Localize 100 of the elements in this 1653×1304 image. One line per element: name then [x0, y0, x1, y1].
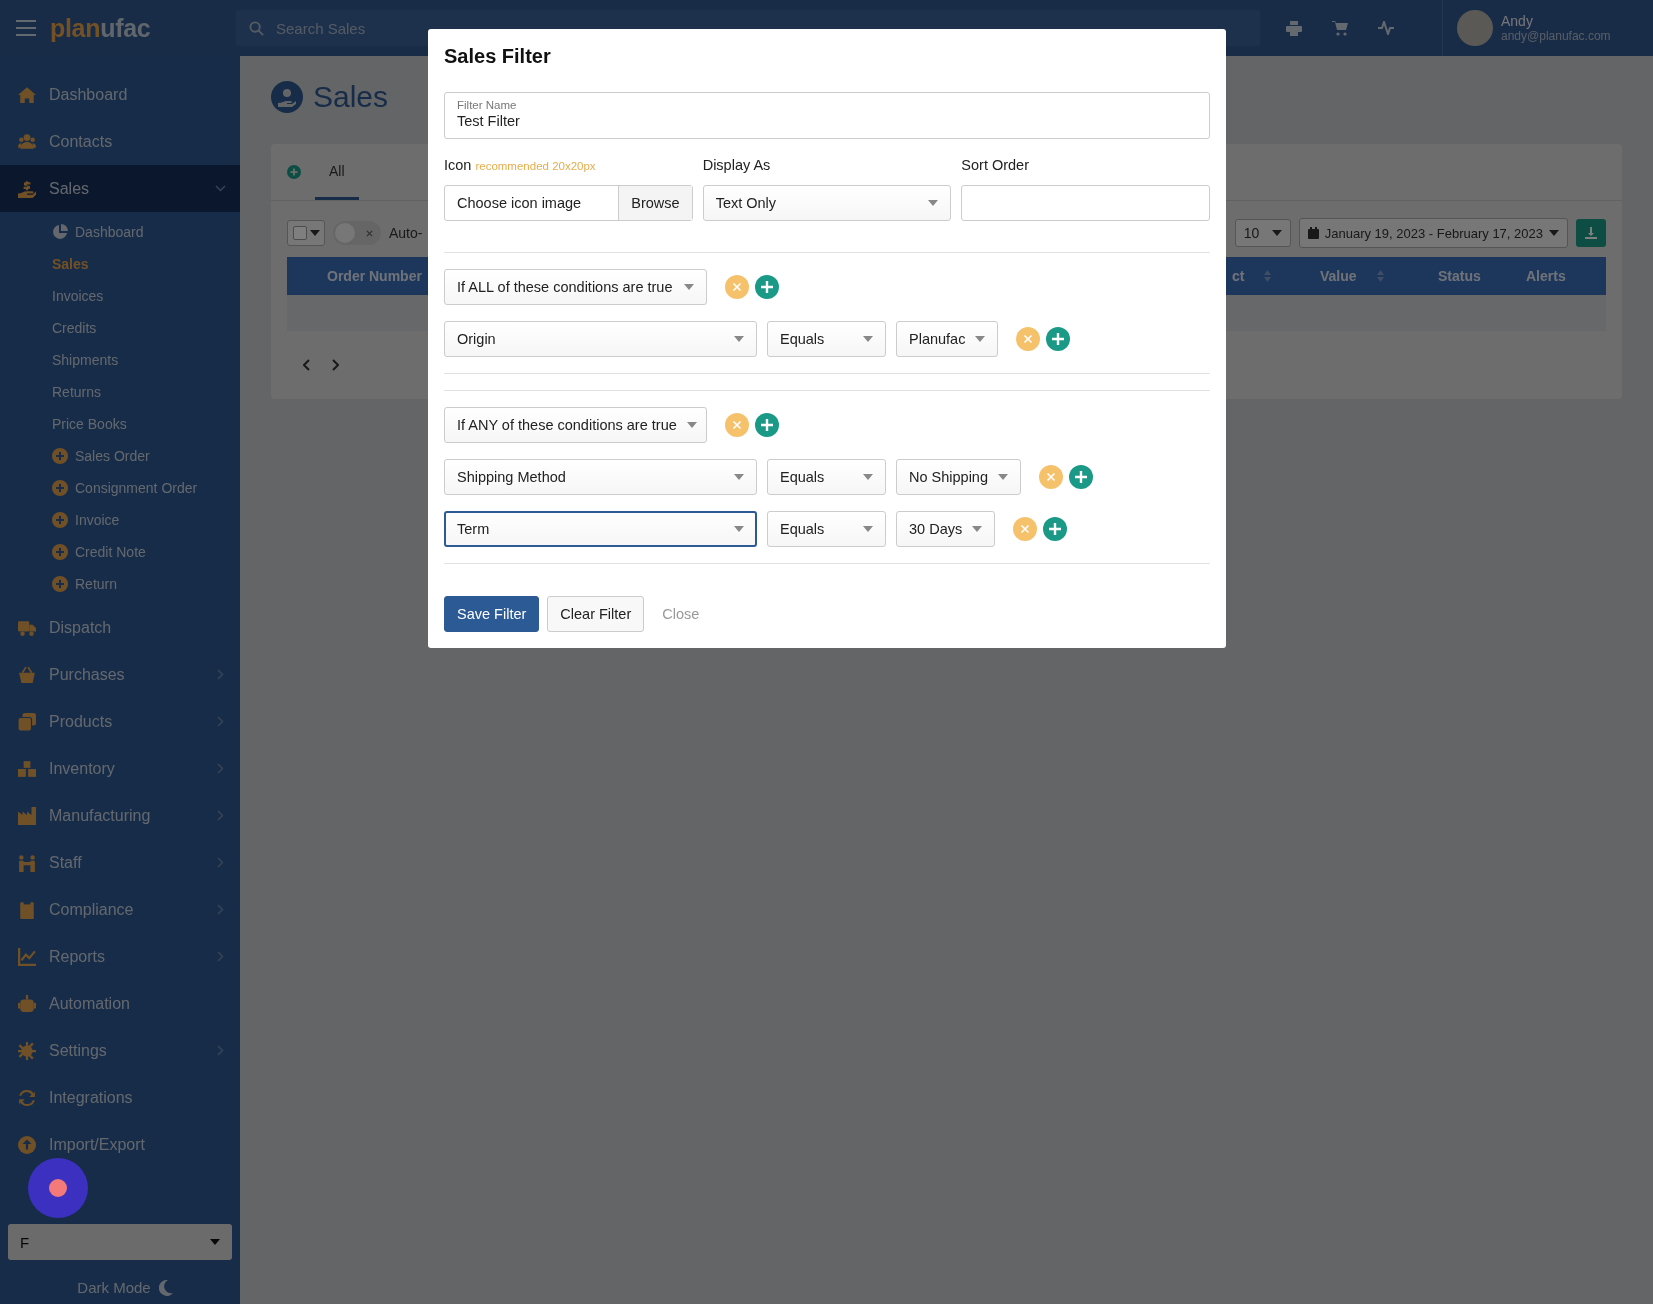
next-page-icon[interactable]: [331, 359, 339, 371]
sidebar-subitem[interactable]: Sales Order: [52, 440, 240, 472]
remove-icon[interactable]: [1016, 327, 1041, 351]
printer-icon[interactable]: [1286, 20, 1302, 36]
sidebar-subitem[interactable]: Credits: [52, 312, 240, 344]
field-label: Sort Order: [961, 157, 1029, 173]
line-chart-icon: [17, 947, 37, 966]
sort-icon[interactable]: [1376, 270, 1384, 282]
caret-icon: [684, 284, 694, 290]
download-button[interactable]: [1576, 219, 1606, 247]
sidebar-subitem[interactable]: Dashboard: [52, 216, 240, 248]
sidebar-item[interactable]: Compliance: [0, 886, 240, 933]
add-icon[interactable]: [1043, 517, 1068, 541]
cart-icon[interactable]: [1332, 20, 1348, 36]
select-field[interactable]: 30 Days: [896, 511, 996, 547]
add-icon[interactable]: [755, 413, 779, 437]
sidebar-item[interactable]: Staff: [0, 839, 240, 886]
user-email: andy@planufac.com: [1501, 29, 1611, 43]
search-icon: [249, 21, 264, 36]
select-all-dropdown[interactable]: [287, 220, 325, 246]
select-field[interactable]: Equals: [767, 511, 886, 547]
sidebar-subitem[interactable]: Credit Note: [52, 536, 240, 568]
caret-icon: [734, 526, 744, 532]
button[interactable]: Save Filter: [444, 596, 540, 632]
people-carrying-icon: [17, 853, 37, 872]
column-header[interactable]: Order Number: [327, 268, 422, 284]
add-icon[interactable]: [1069, 465, 1093, 489]
caret-icon: [863, 474, 873, 480]
pie-chart-icon: [52, 224, 68, 240]
calendar-icon: [1307, 227, 1319, 239]
sidebar-item[interactable]: Products: [0, 698, 240, 745]
select-field[interactable]: Term: [444, 511, 757, 547]
text-field[interactable]: Filter Name Test Filter: [444, 92, 1210, 139]
field-label: Icon: [444, 157, 472, 173]
page-size-select[interactable]: 10: [1234, 219, 1291, 247]
tab[interactable]: All: [315, 144, 359, 200]
sidebar-item[interactable]: Dispatch: [0, 604, 240, 651]
column-header[interactable]: ct: [1232, 268, 1245, 284]
caret-icon: [686, 422, 697, 428]
sidebar-subitem[interactable]: Consignment Order: [52, 472, 240, 504]
sidebar-item[interactable]: Reports: [0, 933, 240, 980]
select-field[interactable]: If ANY of these conditions are true: [444, 407, 707, 443]
select-field[interactable]: Planufac: [896, 321, 999, 357]
sidebar-item[interactable]: Sales: [0, 165, 240, 212]
select-field[interactable]: Equals: [767, 321, 886, 357]
select-field[interactable]: If ALL of these conditions are true: [444, 269, 707, 305]
remove-icon[interactable]: [725, 275, 749, 299]
select-field[interactable]: F: [8, 1224, 232, 1260]
sidebar-item[interactable]: Integrations: [0, 1074, 240, 1121]
sidebar-item[interactable]: Inventory: [0, 745, 240, 792]
sidebar-subitem[interactable]: Shipments: [52, 344, 240, 376]
column-header[interactable]: Value: [1320, 268, 1357, 284]
column-header[interactable]: Alerts: [1526, 268, 1566, 284]
toggle-switch[interactable]: [333, 221, 381, 245]
user-name: Andy: [1501, 13, 1534, 29]
menu-icon[interactable]: [16, 20, 36, 36]
sidebar-subitem[interactable]: Return: [52, 568, 240, 600]
logo[interactable]: planufac: [50, 13, 226, 43]
sidebar-item[interactable]: Dashboard: [0, 71, 240, 118]
sidebar-subitem[interactable]: Invoice: [52, 504, 240, 536]
sort-icon[interactable]: [1264, 270, 1272, 282]
sidebar-item[interactable]: Settings: [0, 1027, 240, 1074]
hand-coin-icon: [17, 179, 37, 198]
stacked-boxes-icon: [17, 759, 37, 778]
remove-icon[interactable]: [1039, 465, 1063, 489]
add-icon[interactable]: [1046, 327, 1071, 351]
date-range-picker[interactable]: January 19, 2023 - February 17, 2023: [1298, 218, 1568, 248]
avatar[interactable]: [1457, 10, 1493, 46]
column-header[interactable]: Status: [1438, 268, 1481, 284]
select-field[interactable]: Shipping Method: [444, 459, 757, 495]
previous-page-icon[interactable]: [303, 359, 311, 371]
sidebar-subitem[interactable]: Price Books: [52, 408, 240, 440]
caret-icon: [1549, 230, 1559, 236]
caret-icon: [998, 474, 1008, 480]
sidebar-subitem[interactable]: Returns: [52, 376, 240, 408]
add-icon[interactable]: [755, 275, 779, 299]
close-link[interactable]: Close: [652, 596, 710, 632]
input-field[interactable]: [961, 185, 1210, 221]
select-field[interactable]: No Shipping: [896, 459, 1021, 495]
robot-icon: [17, 994, 37, 1013]
select-field[interactable]: Text Only: [702, 185, 952, 221]
dark-mode-label[interactable]: Dark Mode: [77, 1279, 151, 1296]
checkbox[interactable]: [292, 226, 307, 240]
remove-icon[interactable]: [1013, 517, 1038, 541]
sidebar-item[interactable]: Manufacturing: [0, 792, 240, 839]
plus-circle-icon: [52, 576, 68, 592]
sidebar-item[interactable]: Contacts: [0, 118, 240, 165]
moon-icon[interactable]: [158, 1279, 173, 1296]
pulse-icon[interactable]: [1378, 20, 1394, 35]
sidebar-subitem[interactable]: Sales: [52, 248, 240, 280]
sidebar-item[interactable]: Import/Export: [0, 1121, 240, 1168]
select-field[interactable]: Origin: [444, 321, 757, 357]
button[interactable]: Clear Filter: [547, 596, 645, 632]
sidebar-item[interactable]: Purchases: [0, 651, 240, 698]
plus-circle-icon: [52, 512, 68, 528]
remove-icon[interactable]: [725, 413, 749, 437]
add-tab-icon[interactable]: [287, 165, 301, 179]
select-field[interactable]: Equals: [767, 459, 886, 495]
sidebar-item[interactable]: Automation: [0, 980, 240, 1027]
sidebar-subitem[interactable]: Invoices: [52, 280, 240, 312]
